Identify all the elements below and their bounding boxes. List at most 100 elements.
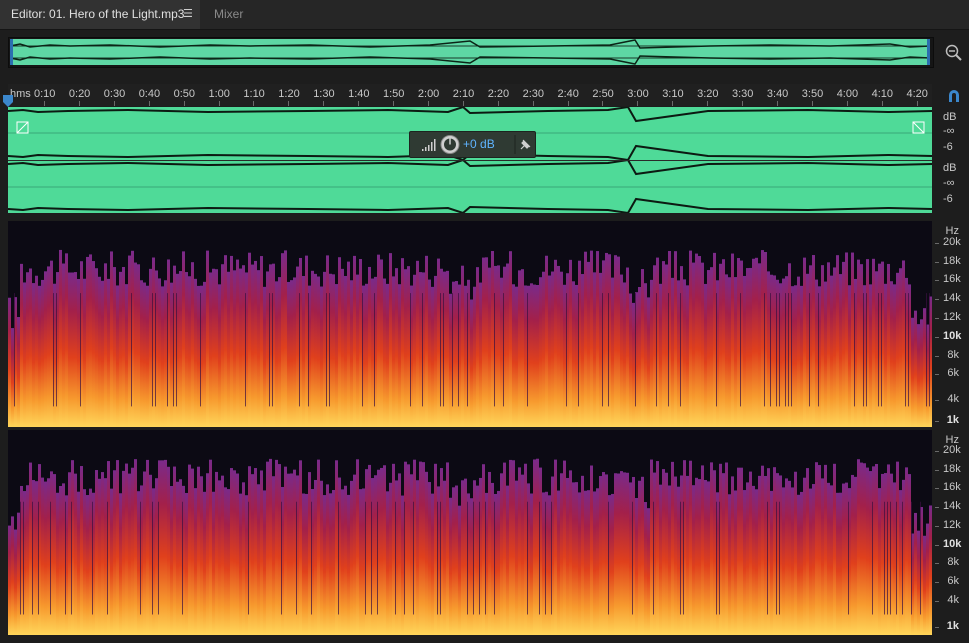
spectral-column	[665, 472, 668, 635]
zoom-out-magnifier-icon[interactable]	[944, 43, 962, 61]
spectral-column	[314, 479, 317, 635]
spectral-column	[449, 497, 452, 635]
spectral-column	[668, 485, 671, 635]
tab-menu-icon[interactable]: ☰	[183, 0, 193, 29]
ruler-tick-mark	[288, 101, 290, 106]
spectral-column	[380, 259, 383, 427]
spectral-column	[782, 487, 785, 635]
spectral-column	[188, 464, 191, 635]
spectral-column	[203, 491, 206, 635]
spectral-column	[35, 481, 38, 635]
spectral-column	[743, 490, 746, 635]
spectral-column	[644, 283, 647, 427]
spectral-column	[695, 253, 698, 427]
spectral-column	[584, 251, 587, 427]
spectral-column	[113, 267, 116, 427]
spectral-column	[677, 280, 680, 427]
spectral-column	[758, 263, 761, 427]
spectral-column	[746, 482, 749, 635]
spectral-dropout	[329, 293, 330, 407]
spectral-dropout	[539, 501, 540, 615]
spectral-column	[71, 272, 74, 427]
spectral-dropout	[485, 501, 486, 615]
ruler-tick-mark	[148, 101, 150, 106]
spectral-column	[518, 467, 521, 635]
spectral-dropout	[788, 293, 789, 407]
overview-navigator[interactable]	[8, 37, 934, 68]
spectral-column	[512, 460, 515, 635]
spectral-column	[713, 470, 716, 635]
spectral-column	[656, 461, 659, 635]
spectral-column	[848, 285, 851, 427]
hz-label: 8k	[947, 349, 959, 361]
spectral-column	[830, 275, 833, 427]
spectral-column	[530, 283, 533, 427]
spectral-column	[209, 459, 212, 635]
spectral-display-channel-1[interactable]	[8, 221, 932, 427]
ruler-tick-label: 2:00	[417, 88, 440, 100]
spectral-display-channel-2[interactable]	[8, 430, 932, 635]
spectral-dropout	[458, 293, 459, 407]
ruler-tick-mark	[183, 101, 185, 106]
spectral-column	[347, 261, 350, 427]
spectral-column	[80, 466, 83, 635]
spectral-dropout	[896, 501, 897, 615]
hz-tick-mark	[935, 627, 939, 628]
magnet-snap-icon[interactable]	[946, 88, 962, 104]
spectral-column	[926, 523, 929, 635]
spectral-column	[365, 283, 368, 427]
spectral-column	[839, 492, 842, 635]
spectral-column	[476, 485, 479, 635]
volume-hud[interactable]: +0 dB	[409, 131, 536, 158]
spectral-column	[41, 477, 44, 635]
ruler-tick-label: 0:20	[68, 88, 91, 100]
spectral-column	[800, 491, 803, 635]
spectral-column	[173, 466, 176, 635]
spectral-column	[797, 494, 800, 635]
spectral-column	[47, 478, 50, 635]
tab-editor[interactable]: Editor: 01. Hero of the Light.mp3 ☰	[0, 0, 200, 29]
spectral-column	[842, 483, 845, 635]
spectral-column	[383, 465, 386, 635]
spectral-column	[734, 490, 737, 635]
spectral-column	[194, 488, 197, 635]
spectral-column	[98, 478, 101, 635]
hz-tick-mark	[935, 470, 939, 471]
spectral-column	[602, 472, 605, 635]
playhead-marker-icon[interactable]	[3, 94, 13, 107]
spectral-column	[293, 277, 296, 427]
spectral-column	[686, 475, 689, 635]
spectral-column	[32, 283, 35, 427]
spectral-column	[896, 272, 899, 427]
spectral-column	[890, 281, 893, 427]
spectral-column	[89, 254, 92, 427]
spectral-column	[554, 259, 557, 427]
spectral-column	[554, 459, 557, 635]
spectral-column	[620, 471, 623, 635]
overview-waveform[interactable]	[10, 39, 930, 65]
hz-label: 18k	[943, 255, 961, 267]
spectral-column	[710, 462, 713, 635]
tab-mixer[interactable]: Mixer	[200, 0, 262, 29]
time-ruler[interactable]: hms 0:10 0:20 0:30 0:40 0:50 1:00 1:10 1:20 1:30…	[8, 84, 932, 106]
spectral-dropout	[719, 501, 720, 615]
hz-label: 20k	[943, 236, 961, 248]
spectral-dropout	[716, 293, 717, 407]
volume-value: +0 dB	[463, 137, 495, 151]
spectral-column	[215, 269, 218, 427]
spectral-column	[755, 257, 758, 427]
spectral-column	[686, 285, 689, 427]
spectral-column	[164, 459, 167, 635]
spectral-column	[782, 278, 785, 427]
spectral-column	[41, 279, 44, 427]
spectral-column	[515, 286, 518, 427]
view-splitter[interactable]	[8, 213, 932, 223]
spectral-column	[596, 251, 599, 427]
spectral-column	[599, 272, 602, 427]
spectral-dropout	[902, 501, 903, 615]
spectral-column	[83, 278, 86, 427]
spectral-column	[911, 317, 914, 427]
hz-tick-mark	[935, 243, 939, 244]
spectral-dropout	[20, 501, 21, 615]
spectral-column	[827, 262, 830, 427]
